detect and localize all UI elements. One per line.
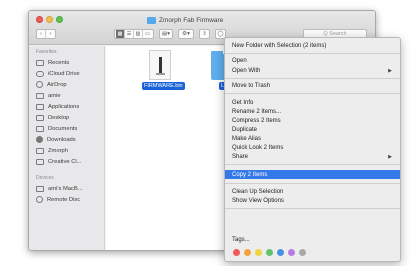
menu-item-label: Open With	[232, 68, 261, 74]
menu-item-compress[interactable]: Compress 2 Items	[225, 117, 400, 125]
sidebar-item-label: iCloud Drive	[48, 70, 80, 77]
sidebar-item-label: Documents	[48, 125, 78, 132]
documents-icon	[36, 125, 44, 132]
menu-item-get-info[interactable]: Get Info	[225, 99, 400, 107]
menu-item-open-with[interactable]: Open With ▶	[225, 67, 400, 75]
column-view-icon[interactable]: ▥	[134, 30, 143, 38]
devices-heading: Devices	[36, 175, 54, 181]
sidebar-item-label: Recents	[48, 59, 70, 66]
menu-separator	[225, 183, 400, 184]
submenu-arrow-icon: ▶	[388, 154, 392, 160]
context-menu: New Folder with Selection (2 items) Open…	[224, 37, 401, 262]
sidebar-item-label: Zmorph	[48, 147, 68, 154]
submenu-arrow-icon: ▶	[388, 68, 392, 74]
share-icon: ⇧	[202, 31, 207, 37]
sidebar-item-label: AirDrop	[47, 81, 67, 88]
recents-icon	[36, 59, 44, 66]
menu-item-move-to-trash[interactable]: Move to Trash	[225, 82, 400, 90]
sidebar-item-label: Creative Cl...	[48, 158, 82, 165]
cloud-icon	[36, 70, 44, 77]
downloads-icon	[36, 136, 43, 143]
tag-color-dot[interactable]	[277, 249, 284, 256]
close-window-button[interactable]	[36, 16, 43, 23]
folder-icon	[147, 16, 156, 24]
sidebar-item-label: amie	[48, 92, 61, 99]
tag-color-dot[interactable]	[255, 249, 262, 256]
gear-icon: ⚙▾	[182, 31, 190, 37]
sidebar-item-home[interactable]: amie	[36, 91, 61, 100]
menu-separator	[225, 208, 400, 209]
arrange-button[interactable]: ▤▾	[159, 29, 173, 39]
icon-view-icon[interactable]: ▦	[116, 30, 125, 38]
menu-item-tags[interactable]: Tags...	[225, 236, 400, 244]
tag-color-dot[interactable]	[266, 249, 273, 256]
sidebar-item-zmorph[interactable]: Zmorph	[36, 146, 68, 155]
menu-item-new-folder-with-selection[interactable]: New Folder with Selection (2 items)	[225, 42, 400, 50]
list-view-icon[interactable]: ☰	[125, 30, 134, 38]
sidebar-item-label: Applications	[48, 103, 80, 110]
tag-icon: ◯	[217, 31, 224, 37]
laptop-icon	[36, 185, 44, 192]
sidebar-item-recents[interactable]: Recents	[36, 58, 69, 67]
window-title-text: Zmorph Fab Firmware	[159, 16, 224, 24]
menu-item-copy[interactable]: Copy 2 Items	[225, 170, 400, 179]
menu-item-duplicate[interactable]: Duplicate	[225, 126, 400, 134]
sidebar-item-macbook[interactable]: ami's MacB...	[36, 184, 83, 193]
airdrop-icon	[36, 81, 43, 88]
sidebar-item-creative-cloud[interactable]: Creative Cl...	[36, 157, 82, 166]
menu-separator	[225, 78, 400, 79]
sidebar-item-icloud-drive[interactable]: iCloud Drive	[36, 69, 80, 78]
action-button[interactable]: ⚙▾	[178, 29, 194, 39]
home-icon	[36, 92, 44, 99]
back-button[interactable]: ‹	[37, 30, 46, 38]
document-icon[interactable]	[149, 50, 171, 80]
menu-item-clean-up-selection[interactable]: Clean Up Selection	[225, 188, 400, 196]
sidebar-item-label: Downloads	[47, 136, 76, 143]
sidebar-item-label: ami's MacB...	[48, 185, 83, 192]
sidebar-item-remote-disc[interactable]: Remote Disc	[36, 195, 80, 204]
file-label[interactable]: FIRMWARE.bin	[142, 82, 185, 90]
menu-item-quick-look[interactable]: Quick Look 2 Items	[225, 144, 400, 152]
sidebar-item-airdrop[interactable]: AirDrop	[36, 80, 67, 89]
sidebar-item-documents[interactable]: Documents	[36, 124, 77, 133]
arrange-icon: ▤▾	[162, 31, 170, 37]
menu-item-open[interactable]: Open	[225, 57, 400, 65]
share-button[interactable]: ⇧	[199, 29, 210, 39]
menu-separator	[225, 164, 400, 165]
applications-icon	[36, 103, 44, 110]
sidebar-item-downloads[interactable]: Downloads	[36, 135, 76, 144]
minimize-window-button[interactable]	[46, 16, 53, 23]
sidebar-item-desktop[interactable]: Desktop	[36, 113, 69, 122]
disc-icon	[36, 196, 43, 203]
back-forward-control[interactable]: ‹ ›	[36, 29, 56, 39]
menu-item-make-alias[interactable]: Make Alias	[225, 135, 400, 143]
forward-button[interactable]: ›	[46, 30, 55, 38]
folder-icon	[36, 147, 44, 154]
menu-item-rename[interactable]: Rename 2 Items...	[225, 108, 400, 116]
zoom-window-button[interactable]	[56, 16, 63, 23]
sidebar: Favorites Recents iCloud Drive AirDrop a…	[29, 46, 105, 250]
desktop-icon	[36, 114, 44, 121]
menu-separator	[225, 93, 400, 94]
folder-icon	[36, 158, 44, 165]
tag-color-dot[interactable]	[233, 249, 240, 256]
window-title: Zmorph Fab Firmware	[147, 15, 223, 25]
tag-color-dot[interactable]	[244, 249, 251, 256]
sidebar-item-applications[interactable]: Applications	[36, 102, 79, 111]
menu-item-label: Share	[232, 154, 249, 160]
menu-separator	[225, 53, 400, 54]
sidebar-item-label: Desktop	[48, 114, 70, 121]
favorites-heading: Favorites	[36, 49, 57, 55]
sidebar-item-label: Remote Disc	[47, 196, 81, 203]
tag-color-dot[interactable]	[299, 249, 306, 256]
menu-item-share[interactable]: Share ▶	[225, 153, 400, 161]
view-mode-control[interactable]: ▦ ☰ ▥ ▭	[114, 29, 154, 39]
tag-color-dot[interactable]	[288, 249, 295, 256]
gallery-view-icon[interactable]: ▭	[143, 30, 152, 38]
menu-item-show-view-options[interactable]: Show View Options	[225, 197, 400, 205]
